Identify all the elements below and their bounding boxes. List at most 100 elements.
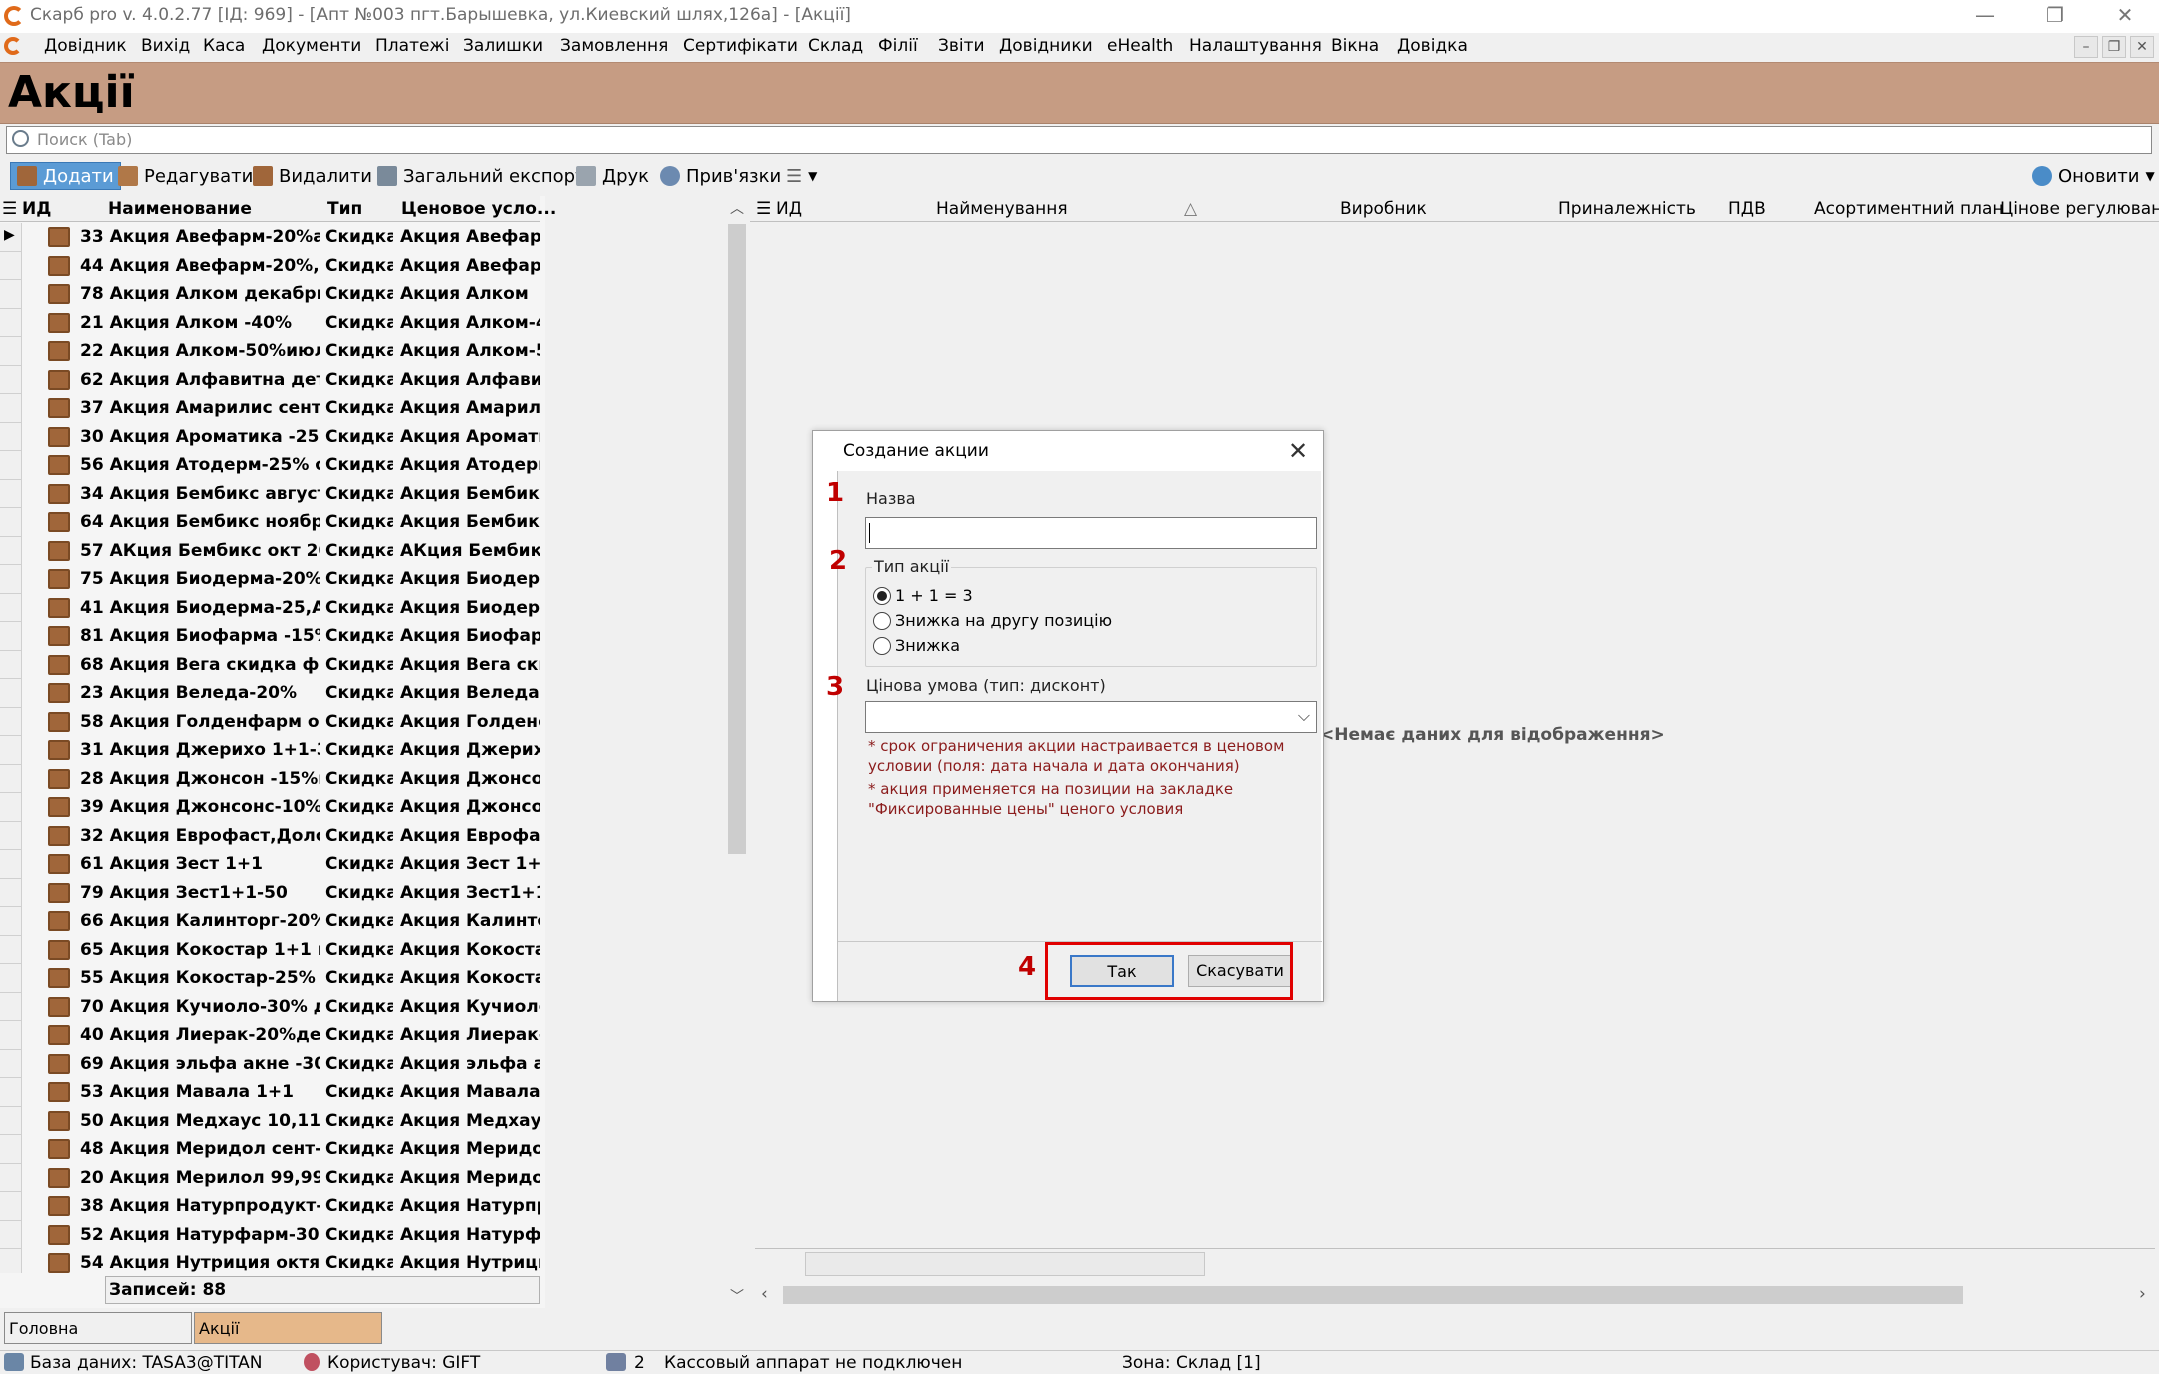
column-header-condition[interactable]: Ценовое усло... <box>401 199 556 219</box>
table-row[interactable]: 28 Акция Джонсон -15%июСкидка Акция Джонс… <box>0 764 540 793</box>
column-header-name[interactable]: Найменування <box>936 199 1068 219</box>
app-menu-icon[interactable] <box>4 37 22 55</box>
add-button[interactable]: Додати <box>10 162 121 190</box>
menu-item[interactable]: Платежі <box>375 36 449 56</box>
table-row[interactable]: 50 Акция Медхаус 10,11 фиСкидка Акция Мед… <box>0 1106 540 1135</box>
row-indicator[interactable] <box>0 935 22 964</box>
row-indicator[interactable] <box>0 650 22 679</box>
options-dropdown-button[interactable]: ☰ ▼ <box>786 162 817 190</box>
price-condition-select[interactable]: ⌵ <box>865 701 1317 733</box>
table-row[interactable]: 37 Акция Амарилис сентябрСкидка Акция Ама… <box>0 394 540 423</box>
menu-item[interactable]: Каса <box>203 36 245 56</box>
menu-item[interactable]: Сертифікати <box>683 36 798 56</box>
row-indicator[interactable] <box>0 251 22 280</box>
row-indicator[interactable] <box>0 308 22 337</box>
column-header-manufacturer[interactable]: Виробник <box>1340 199 1427 219</box>
menu-item[interactable]: Замовлення <box>560 36 668 56</box>
column-header-name[interactable]: Наименование <box>108 199 252 219</box>
table-row[interactable]: 65 Акция Кокостар 1+1 но Скидка Акция Коко… <box>0 935 540 964</box>
table-row[interactable]: 69 Акция эльфа акне -30% Скидка Акция эльф… <box>0 1049 540 1078</box>
scroll-thumb[interactable] <box>783 1286 1963 1304</box>
column-header-price-regulation[interactable]: Цінове регулювання <box>2000 199 2159 219</box>
print-button[interactable]: Друк <box>576 162 649 190</box>
minimize-button[interactable]: — <box>1950 0 2020 33</box>
column-header-belonging[interactable]: Приналежність <box>1558 199 1696 219</box>
column-chooser-icon[interactable]: ☰ <box>2 199 17 219</box>
menu-item[interactable]: Вікна <box>1331 36 1379 56</box>
row-indicator[interactable] <box>0 1163 22 1192</box>
table-row[interactable]: 40 Акция Лиерак-20%дека Скидка Акция Лиера… <box>0 1021 540 1050</box>
scroll-thumb[interactable] <box>728 224 746 854</box>
close-icon[interactable]: ✕ <box>1283 437 1313 465</box>
close-window-button[interactable]: ✕ <box>2090 0 2159 33</box>
table-row[interactable]: 34 Акция Бембикс август Скидка Акция Бемби… <box>0 479 540 508</box>
row-indicator[interactable] <box>0 536 22 565</box>
scroll-right-icon[interactable]: › <box>2139 1284 2146 1304</box>
table-row[interactable]: 30 Акция Ароматика -25% Скидка Акция Арома… <box>0 422 540 451</box>
scroll-up-icon[interactable]: ︿ <box>730 198 744 218</box>
links-button[interactable]: Прив'язки <box>660 162 781 190</box>
mdi-minimize-button[interactable]: – <box>2074 36 2098 58</box>
menu-item[interactable]: Налаштування <box>1189 36 1322 56</box>
row-indicator[interactable] <box>0 1192 22 1221</box>
export-button[interactable]: Загальний експорт <box>377 162 586 190</box>
table-row[interactable]: ▶ 33 Акция Авефарм-20%авг Скидка Акция Авеф… <box>0 223 540 252</box>
row-indicator[interactable] <box>0 337 22 366</box>
column-header-id[interactable]: ИД <box>22 199 51 219</box>
menu-item[interactable]: Довідники <box>999 36 1093 56</box>
menu-item[interactable]: Довідник <box>44 36 127 56</box>
row-indicator[interactable] <box>0 565 22 594</box>
chevron-down-icon[interactable]: ▼ <box>2145 169 2154 183</box>
menu-item[interactable]: Залишки <box>463 36 543 56</box>
name-input[interactable] <box>865 517 1317 549</box>
row-indicator[interactable] <box>0 764 22 793</box>
table-row[interactable]: 57 АКция Бембикс окт 2020Скидка АКция Бем… <box>0 536 540 565</box>
table-row[interactable]: 53 Акция Мавала 1+1 Скидка Акция Мавала 1 <box>0 1078 540 1107</box>
row-indicator[interactable] <box>0 508 22 537</box>
table-row[interactable]: 62 Акция Алфавитна дет-2 Скидка Акция Алфа… <box>0 365 540 394</box>
radio-option-discount[interactable]: Знижка <box>873 636 960 655</box>
row-indicator[interactable] <box>0 1021 22 1050</box>
row-indicator[interactable] <box>0 907 22 936</box>
tab-promotions[interactable]: Акції <box>194 1312 382 1344</box>
row-indicator[interactable] <box>0 992 22 1021</box>
table-row[interactable]: 38 Акция Натурпродукт-25Скидка Акция Нату… <box>0 1192 540 1221</box>
maximize-button[interactable]: ❐ <box>2020 0 2090 33</box>
table-row[interactable]: 44 Акция Авефарм-20%,-40Скидка Акция Авеф… <box>0 251 540 280</box>
refresh-button[interactable]: Оновити ▼ <box>2032 162 2155 190</box>
row-indicator[interactable] <box>0 850 22 879</box>
menu-item[interactable]: eHealth <box>1107 36 1173 56</box>
radio-option-1plus1eq3[interactable]: 1 + 1 = 3 <box>873 586 973 605</box>
delete-button[interactable]: Видалити <box>253 162 372 190</box>
row-indicator[interactable] <box>0 1049 22 1078</box>
table-row[interactable]: 22 Акция Алком-50%июль Скидка Акция Алком-… <box>0 337 540 366</box>
tab-home[interactable]: Головна <box>4 1312 192 1344</box>
mdi-close-button[interactable]: ✕ <box>2130 36 2154 58</box>
table-row[interactable]: 39 Акция Джонсонс-10%се Скидка Акция Джонс… <box>0 793 540 822</box>
scroll-down-icon[interactable]: ﹀ <box>730 1286 744 1306</box>
menu-item[interactable]: Звіти <box>938 36 985 56</box>
row-indicator[interactable] <box>0 422 22 451</box>
row-indicator[interactable] <box>0 451 22 480</box>
left-vertical-scrollbar[interactable]: ︿ ﹀ <box>726 196 748 1308</box>
menu-item[interactable]: Склад <box>808 36 863 56</box>
row-indicator[interactable] <box>0 821 22 850</box>
right-horizontal-scrollbar[interactable]: ‹ › <box>755 1282 2155 1308</box>
table-row[interactable]: 48 Акция Меридол сент-ок Скидка Акция Мери… <box>0 1135 540 1164</box>
row-indicator[interactable] <box>0 679 22 708</box>
row-indicator[interactable] <box>0 365 22 394</box>
column-chooser-icon[interactable]: ☰ <box>756 199 771 219</box>
scroll-left-icon[interactable]: ‹ <box>761 1284 768 1304</box>
table-row[interactable]: 66 Акция Калинторг-20% Скидка Акция Калинт… <box>0 907 540 936</box>
table-row[interactable]: 23 Акция Веледа-20% Скидка Акция Веледа-2 <box>0 679 540 708</box>
table-row[interactable]: 64 Акция Бембикс ноябрь2 Скидка Акция Бемб… <box>0 508 540 537</box>
table-row[interactable]: 54 Акция Нутриция октябр Скидка Акция Нутр… <box>0 1249 540 1273</box>
row-indicator[interactable] <box>0 394 22 423</box>
table-row[interactable]: 79 Акция Зест1+1-50 Скидка Акция Зест1+1- <box>0 878 540 907</box>
edit-button[interactable]: Редагувати <box>118 162 253 190</box>
menu-item[interactable]: Довідка <box>1397 36 1468 56</box>
table-row[interactable]: 21 Акция Алком -40% Скидка Акция Алком-40 <box>0 308 540 337</box>
table-row[interactable]: 32 Акция Еврофаст,ДолоксСкидка Акция Евро… <box>0 821 540 850</box>
column-header-type[interactable]: Тип <box>327 199 362 219</box>
table-row[interactable]: 75 Акция Биодерма-20% д Скидка Акция Биоде… <box>0 565 540 594</box>
